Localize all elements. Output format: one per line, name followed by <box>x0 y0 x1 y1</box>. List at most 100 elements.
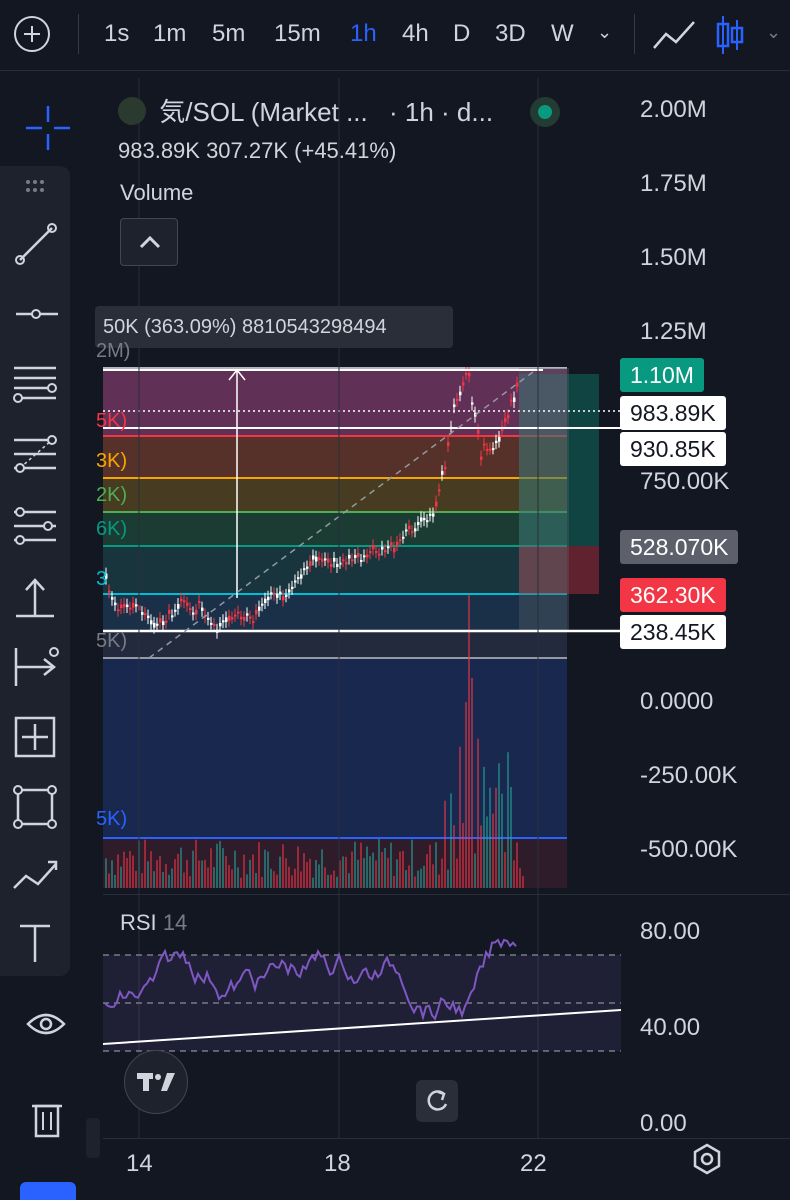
candle-body <box>111 597 114 600</box>
tv-logo-icon <box>137 1073 175 1091</box>
timeframe-1s[interactable]: 1s <box>104 20 129 48</box>
timeframe-15m[interactable]: 15m <box>274 20 321 48</box>
favorites-button[interactable] <box>20 1182 76 1200</box>
candle-body <box>222 620 225 623</box>
volume-bar <box>243 854 245 888</box>
volume-bar <box>186 859 188 888</box>
status-dot <box>538 105 553 119</box>
reset-chart-button[interactable] <box>416 1080 458 1122</box>
chevron-down-icon[interactable]: ⌄ <box>597 22 612 43</box>
candle-body <box>423 517 426 521</box>
pane-separator[interactable] <box>103 894 790 895</box>
price-chart[interactable] <box>103 78 623 1198</box>
tradingview-logo[interactable] <box>124 1050 188 1114</box>
volume-bar <box>486 816 488 888</box>
chevron-down-icon[interactable]: ⌄ <box>766 22 781 43</box>
candle-body <box>363 555 366 558</box>
long-position-icon[interactable] <box>8 570 62 624</box>
volume-bar <box>324 867 326 888</box>
volume-bar <box>375 860 377 888</box>
parallel-channel-icon[interactable] <box>8 356 62 410</box>
timeframe-d[interactable]: D <box>453 20 470 48</box>
rsi-axis-label: 40.00 <box>640 1014 701 1041</box>
volume-bar <box>318 864 320 888</box>
collapse-toolbar-button[interactable] <box>86 1118 100 1158</box>
fib-label: 2M) <box>96 340 131 362</box>
date-range-icon[interactable] <box>8 640 62 694</box>
candle-body <box>162 621 165 626</box>
volume-bar <box>369 856 371 888</box>
volume-bar <box>420 868 422 888</box>
volume-bar <box>390 842 392 888</box>
fib-retracement-icon[interactable] <box>8 428 62 482</box>
candle-body <box>420 517 423 522</box>
volume-bar <box>435 842 437 888</box>
fib-zone <box>103 478 567 512</box>
price-scale[interactable]: 2.00M 1.75M 1.50M 1.25M 750.00K 0.0000 -… <box>620 78 790 1198</box>
rectangle-icon[interactable] <box>8 780 62 834</box>
volume-bar <box>252 854 254 888</box>
volume-bar <box>396 859 398 888</box>
collapse-legend-button[interactable] <box>120 218 178 266</box>
add-symbol-button[interactable] <box>14 16 50 52</box>
timeframe-1m[interactable]: 1m <box>153 20 186 48</box>
candle-body <box>159 618 162 623</box>
volume-bar <box>480 825 482 888</box>
candle-body <box>333 557 336 562</box>
volume-bar <box>468 594 470 888</box>
crosshair-icon[interactable] <box>26 106 70 150</box>
candle-body <box>168 610 171 614</box>
symbol-header[interactable]: 気/SOL (Market ... · 1h · d... <box>118 92 553 129</box>
volume-bar <box>156 860 158 888</box>
volume-bar <box>459 746 461 888</box>
volume-bar <box>282 844 284 888</box>
timeframe-1h[interactable]: 1h <box>350 20 377 48</box>
level-price-tag: 930.85K <box>620 432 726 466</box>
candle-body <box>150 620 153 625</box>
timeframe-3d[interactable]: 3D <box>495 20 526 48</box>
path-icon[interactable] <box>8 848 62 902</box>
candle-body <box>312 555 315 560</box>
volume-bar <box>402 850 404 888</box>
candle-body <box>279 591 282 595</box>
candle-body <box>381 546 384 550</box>
candle-body <box>372 545 375 550</box>
candle-body <box>300 574 303 579</box>
horizontal-line-icon[interactable] <box>8 286 62 340</box>
gann-fan-icon[interactable] <box>8 500 62 554</box>
trend-line-icon[interactable] <box>8 216 62 270</box>
candle-body <box>132 602 135 608</box>
candle-body <box>330 563 333 567</box>
trash-icon[interactable] <box>30 1100 64 1140</box>
volume-bar <box>195 839 197 888</box>
text-tool-icon[interactable] <box>8 916 62 970</box>
volume-bar <box>432 864 434 888</box>
candle-body <box>375 550 378 553</box>
volume-bar <box>162 871 164 888</box>
settings-icon[interactable] <box>690 1142 724 1176</box>
candlestick-icon[interactable] <box>714 14 746 56</box>
rsi-pane <box>103 938 622 1052</box>
price-axis-label: 1.75M <box>640 170 707 197</box>
candle-body <box>285 594 288 597</box>
volume-bar <box>342 856 344 888</box>
volume-bar <box>180 847 182 888</box>
price-range-icon[interactable] <box>8 710 62 764</box>
candle-body <box>210 622 213 625</box>
volume-bar <box>384 847 386 888</box>
volume-bar <box>168 874 170 888</box>
eye-icon[interactable] <box>26 1004 66 1048</box>
timeframe-w[interactable]: W <box>551 20 574 48</box>
drag-handle-icon[interactable] <box>24 176 46 198</box>
line-chart-icon[interactable] <box>652 20 696 50</box>
candle-body <box>171 615 174 618</box>
volume-label: Volume <box>120 180 194 205</box>
timeframe-4h[interactable]: 4h <box>402 20 429 48</box>
volume-bar <box>444 800 446 888</box>
volume-bar <box>111 860 113 888</box>
volume-bar <box>267 851 269 888</box>
candle-body <box>126 604 129 608</box>
volume-bar <box>507 752 509 888</box>
volume-bar <box>288 866 290 888</box>
timeframe-5m[interactable]: 5m <box>212 20 245 48</box>
